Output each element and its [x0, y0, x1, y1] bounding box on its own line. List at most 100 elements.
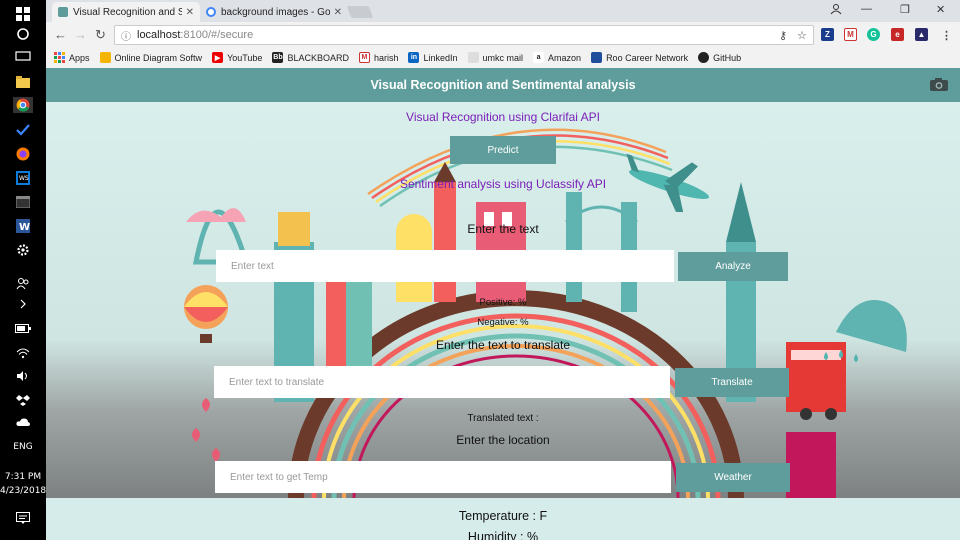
- sentiment-text-input[interactable]: [216, 250, 674, 282]
- humidity-result: Humidity : %: [467, 530, 539, 540]
- people-icon[interactable]: [13, 275, 33, 291]
- bookmark-linkedin[interactable]: in LinkedIn: [408, 52, 458, 63]
- apps-grid-icon: [54, 52, 65, 63]
- settings-gear-icon[interactable]: [13, 242, 33, 258]
- restore-window-icon[interactable]: ❐: [900, 3, 910, 16]
- amazon-icon: a: [533, 52, 545, 63]
- key-icon[interactable]: ⚷: [779, 29, 787, 42]
- bookmark-label: BLACKBOARD: [287, 52, 349, 63]
- translated-text-result: Translated text :: [467, 413, 539, 424]
- battery-icon[interactable]: [13, 320, 33, 336]
- youtube-icon: ▶: [212, 52, 224, 63]
- page-title: Visual Recognition and Sentimental analy…: [370, 78, 636, 92]
- camera-icon[interactable]: [930, 78, 948, 91]
- terminal-icon[interactable]: [13, 194, 33, 210]
- bookmark-label: umkc mail: [482, 52, 524, 63]
- address-bar-row: ← → ↻ ⓘ localhost:8100/#/secure ⚷ ☆ Z M …: [46, 22, 960, 47]
- tab-label: background images - Go: [221, 6, 330, 18]
- profile-icon[interactable]: [830, 3, 842, 18]
- dropbox-icon[interactable]: [13, 392, 33, 408]
- close-tab-icon[interactable]: ✕: [334, 7, 342, 18]
- positive-result: Positive: %: [479, 297, 527, 308]
- bookmark-youtube[interactable]: ▶ YouTube: [212, 52, 262, 63]
- location-input[interactable]: [215, 461, 671, 493]
- blackboard-icon: Bb: [272, 52, 284, 63]
- firefox-icon[interactable]: [13, 146, 33, 162]
- file-explorer-icon[interactable]: [13, 74, 33, 90]
- tab-visual-recognition[interactable]: Visual Recognition and S ✕: [52, 2, 200, 22]
- bookmark-label: harish: [373, 52, 399, 63]
- bookmark-online-diagram[interactable]: Online Diagram Softw: [99, 52, 203, 63]
- app-page: Visual Recognition and Sentimental analy…: [46, 68, 960, 540]
- linkedin-icon: in: [408, 52, 420, 63]
- analyze-button[interactable]: Analyze: [678, 252, 788, 281]
- bookmark-label: Roo Career Network: [606, 52, 689, 63]
- info-icon[interactable]: ⓘ: [121, 28, 131, 43]
- webstorm-icon[interactable]: WS: [13, 170, 33, 186]
- enter-text-label: Enter the text: [467, 222, 539, 236]
- bookmark-blackboard[interactable]: Bb BLACKBOARD: [272, 52, 349, 63]
- task-view-icon[interactable]: [13, 48, 33, 64]
- translate-text-input[interactable]: [214, 366, 670, 398]
- word-icon[interactable]: W: [13, 218, 33, 234]
- url-input[interactable]: ⓘ localhost:8100/#/secure: [114, 25, 814, 45]
- bookmark-label: Apps: [69, 52, 90, 63]
- cortana-icon[interactable]: [13, 26, 33, 42]
- clip-extension-icon[interactable]: M: [844, 28, 857, 41]
- bookmark-label: Online Diagram Softw: [114, 52, 203, 63]
- grammarly-extension-icon[interactable]: G: [867, 28, 880, 41]
- google-favicon-icon: [206, 7, 216, 17]
- new-tab-button[interactable]: [346, 6, 374, 18]
- bookmark-umkc-mail[interactable]: umkc mail: [467, 52, 524, 63]
- bookmark-github[interactable]: GitHub: [698, 52, 741, 63]
- app-header: Visual Recognition and Sentimental analy…: [46, 68, 960, 102]
- action-center-icon[interactable]: [13, 510, 33, 526]
- bookmark-label: LinkedIn: [423, 52, 458, 63]
- chevron-right-icon[interactable]: [13, 296, 33, 312]
- bookmark-label: YouTube: [227, 52, 263, 63]
- bookmark-label: Amazon: [548, 52, 582, 63]
- temperature-result: Temperature : F: [458, 509, 548, 523]
- chrome-icon[interactable]: [13, 97, 33, 113]
- back-arrow-icon[interactable]: ←: [54, 27, 67, 42]
- svg-text:W: W: [19, 222, 30, 233]
- tab-label: Visual Recognition and S: [73, 6, 182, 18]
- onedrive-icon[interactable]: [13, 414, 33, 430]
- extension-dark-icon[interactable]: ▲: [915, 28, 928, 41]
- chrome-menu-icon[interactable]: ⋮: [941, 29, 952, 42]
- wifi-icon[interactable]: [13, 345, 33, 361]
- bulb-icon: [99, 52, 111, 63]
- roo-icon: [591, 52, 603, 63]
- todo-check-icon[interactable]: [13, 122, 33, 138]
- umkc-icon: [467, 52, 479, 63]
- location-heading: Enter the location: [456, 433, 550, 447]
- close-tab-icon[interactable]: ✕: [186, 7, 194, 18]
- svg-text:WS: WS: [19, 175, 29, 182]
- forward-arrow-icon[interactable]: →: [74, 27, 87, 42]
- close-window-icon[interactable]: ✕: [936, 3, 945, 16]
- tab-background-images[interactable]: background images - Go ✕: [200, 2, 348, 22]
- windows-start-icon[interactable]: [13, 6, 33, 22]
- keyboard-language[interactable]: ENG: [0, 442, 46, 452]
- bookmark-roo-career[interactable]: Roo Career Network: [591, 52, 688, 63]
- zotero-extension-icon[interactable]: Z: [821, 28, 834, 41]
- url-host: localhost: [137, 29, 181, 41]
- gmail-icon: M: [358, 52, 370, 63]
- app-favicon-icon: [58, 7, 68, 17]
- bookmark-star-icon[interactable]: ☆: [797, 29, 807, 42]
- reload-icon[interactable]: ↻: [95, 27, 106, 43]
- bookmark-harish[interactable]: M harish: [358, 52, 399, 63]
- negative-result: Negative: %: [477, 317, 529, 328]
- bookmark-apps[interactable]: Apps: [54, 52, 90, 63]
- predict-button[interactable]: Predict: [450, 136, 556, 164]
- minimize-window-icon[interactable]: —: [861, 3, 872, 15]
- translate-heading: Enter the text to translate: [435, 338, 571, 352]
- volume-icon[interactable]: [13, 368, 33, 384]
- visual-recognition-heading: Visual Recognition using Clarifai API: [406, 110, 600, 124]
- bookmark-amazon[interactable]: a Amazon: [533, 52, 581, 63]
- clock-date[interactable]: 4/23/2018: [0, 486, 46, 496]
- clock-time[interactable]: 7:31 PM: [0, 472, 46, 482]
- translate-button[interactable]: Translate: [675, 368, 789, 397]
- extension-red-icon[interactable]: e: [891, 28, 904, 41]
- weather-button[interactable]: Weather: [676, 463, 790, 492]
